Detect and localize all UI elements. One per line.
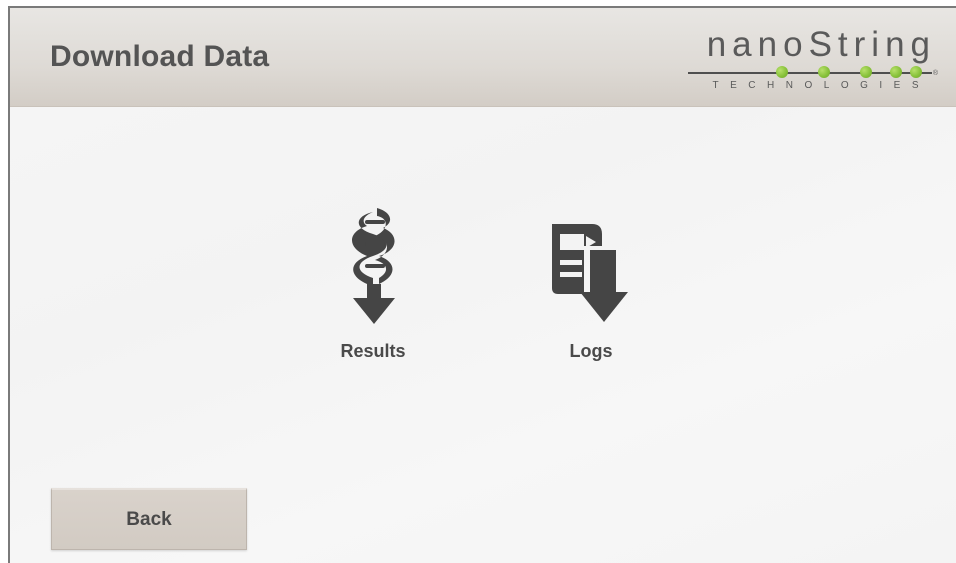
- company-logo: nanoString ® TECHNOLOGIES: [678, 26, 938, 96]
- logo-dot: [910, 66, 922, 78]
- app-window: Download Data nanoString ® TECHNOLOGIES: [8, 6, 956, 563]
- results-label: Results: [340, 341, 406, 361]
- page-title: Download Data: [50, 40, 270, 73]
- back-button[interactable]: Back: [51, 488, 247, 550]
- logo-dot: [818, 66, 830, 78]
- logo-dot: [890, 66, 902, 78]
- document-download-icon: [552, 224, 628, 322]
- dna-download-icon: [352, 208, 395, 324]
- logo-dot: [860, 66, 872, 78]
- logo-wordmark: nanoString: [706, 25, 936, 64]
- header-bar: Download Data nanoString ® TECHNOLOGIES: [10, 8, 956, 107]
- logs-download-button[interactable]: Logs: [526, 198, 656, 361]
- results-download-button[interactable]: Results: [308, 198, 438, 361]
- logo-registered-mark: ®: [932, 70, 938, 77]
- logo-dot: [776, 66, 788, 78]
- logo-subtitle: TECHNOLOGIES: [712, 80, 930, 91]
- logs-label: Logs: [569, 341, 613, 361]
